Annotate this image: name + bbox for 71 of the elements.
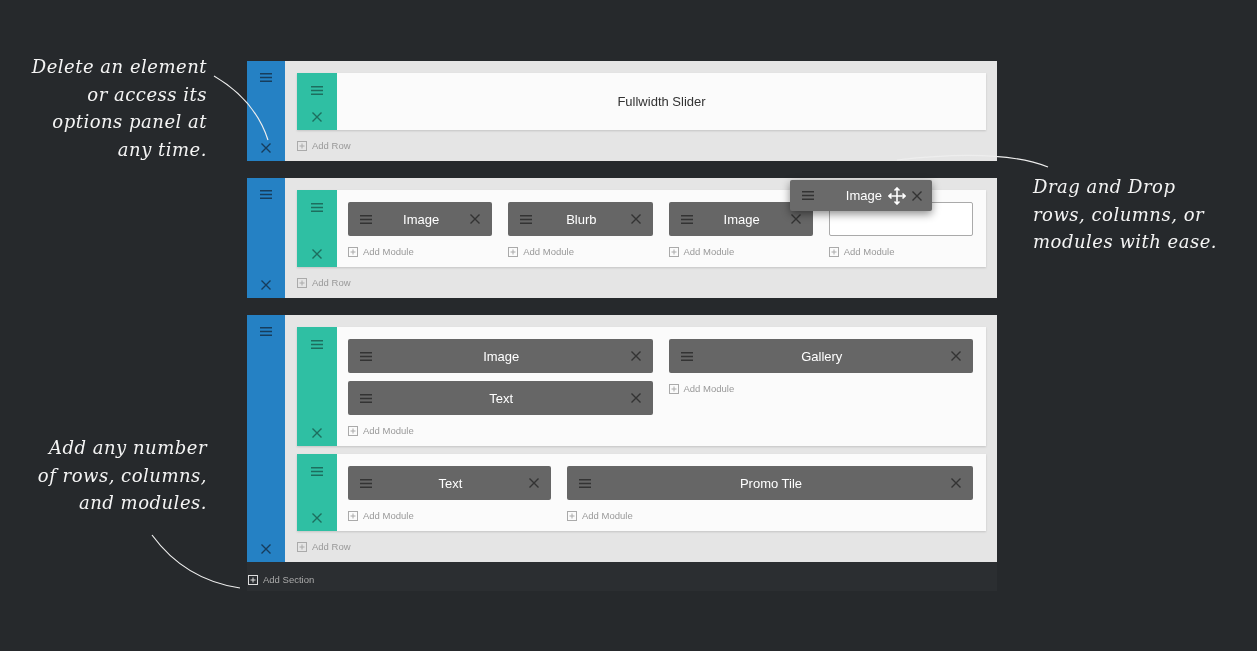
add-module-button[interactable]: Add Module <box>668 381 735 396</box>
plus-square-icon <box>297 140 307 151</box>
close-icon[interactable] <box>261 143 271 153</box>
module-label: Fullwidth Slider <box>617 94 706 109</box>
close-icon[interactable] <box>312 428 322 438</box>
close-icon[interactable] <box>951 351 961 361</box>
leader-line <box>213 75 269 141</box>
add-module-button[interactable]: Add Module <box>348 508 414 523</box>
module-block[interactable]: Promo Tile <box>567 466 973 500</box>
dragged-module[interactable]: Image <box>790 180 932 211</box>
close-icon[interactable] <box>312 513 322 523</box>
close-icon[interactable] <box>261 280 271 290</box>
module-block[interactable]: Gallery <box>668 339 973 373</box>
plus-square-icon <box>297 277 307 288</box>
add-module-button[interactable]: Add Module <box>567 508 633 523</box>
add-row-button[interactable]: Add Row <box>297 539 351 554</box>
menu-icon[interactable] <box>260 190 272 199</box>
menu-icon[interactable] <box>520 214 533 224</box>
close-icon[interactable] <box>261 544 271 554</box>
add-module-button[interactable]: Add Module <box>348 423 414 438</box>
add-module-button[interactable]: Add Module <box>668 244 735 259</box>
menu-icon[interactable] <box>579 478 591 488</box>
plus-square-icon <box>567 510 577 521</box>
menu-icon[interactable] <box>360 351 372 361</box>
menu-icon[interactable] <box>260 73 272 82</box>
close-icon[interactable] <box>529 478 539 488</box>
annotation-text: Drag and Drop rows, columns, or modules with ease. <box>1033 175 1218 254</box>
module-block[interactable]: Blurb <box>508 202 653 236</box>
close-icon[interactable] <box>312 249 322 259</box>
menu-icon[interactable] <box>260 327 272 336</box>
menu-icon[interactable] <box>802 191 814 200</box>
add-module-button[interactable]: Add Module <box>348 244 414 259</box>
menu-icon[interactable] <box>360 393 372 403</box>
menu-icon[interactable] <box>360 478 372 488</box>
module-block[interactable]: Image <box>348 339 653 373</box>
menu-icon[interactable] <box>311 467 323 476</box>
plus-square-icon <box>348 246 358 257</box>
close-icon[interactable] <box>630 214 641 224</box>
plus-square-icon <box>508 246 519 257</box>
module-block[interactable]: Text <box>348 381 653 415</box>
add-module-button[interactable]: Add Module <box>508 244 574 259</box>
close-icon[interactable] <box>630 393 641 403</box>
close-icon[interactable] <box>790 214 801 224</box>
plus-square-icon <box>348 510 358 521</box>
close-icon[interactable] <box>312 112 322 122</box>
module-block[interactable]: Image <box>668 202 813 236</box>
add-row-button[interactable]: Add Row <box>297 138 351 153</box>
menu-icon[interactable] <box>360 214 372 224</box>
add-row-button[interactable]: Add Row <box>297 275 351 290</box>
menu-icon[interactable] <box>311 203 323 212</box>
plus-square-icon <box>828 246 839 257</box>
plus-square-icon <box>297 541 307 552</box>
menu-icon[interactable] <box>311 86 323 95</box>
close-icon[interactable] <box>470 214 481 224</box>
module-block[interactable]: Text <box>348 466 551 500</box>
add-section-button[interactable]: Add Section <box>248 572 315 587</box>
plus-square-icon <box>248 574 258 585</box>
move-icon[interactable] <box>888 186 906 205</box>
module-block[interactable]: Image <box>348 202 493 236</box>
annotation-text: Add any number of rows, columns, and modules. <box>37 436 207 515</box>
close-icon[interactable] <box>630 351 641 361</box>
plus-square-icon <box>348 425 358 436</box>
plus-square-icon <box>668 246 679 257</box>
plus-square-icon <box>668 383 679 394</box>
close-icon[interactable] <box>912 190 922 201</box>
menu-icon[interactable] <box>680 351 693 361</box>
add-module-button[interactable]: Add Module <box>828 244 895 259</box>
annotation-text: Delete an element or access its options panel at any time. <box>31 55 207 162</box>
menu-icon[interactable] <box>311 340 323 349</box>
close-icon[interactable] <box>951 478 961 488</box>
menu-icon[interactable] <box>680 214 693 224</box>
